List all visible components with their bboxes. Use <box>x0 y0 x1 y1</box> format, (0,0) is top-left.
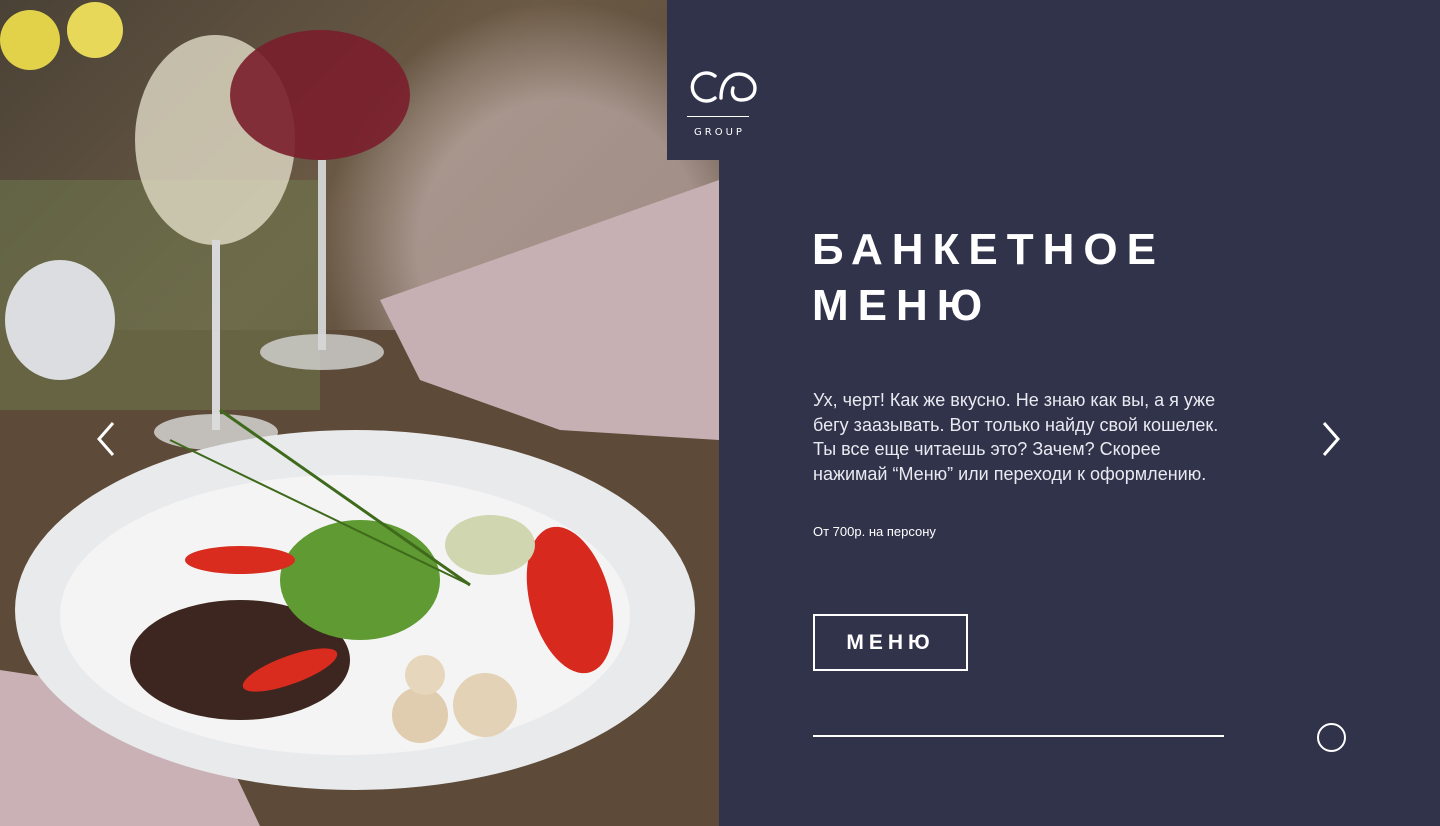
chevron-right-icon[interactable] <box>1316 419 1346 459</box>
circle-icon[interactable] <box>1317 723 1346 752</box>
page-title: БАНКЕТНОЕ МЕНЮ <box>812 225 1165 330</box>
price-text: От 700р. на персону <box>813 524 936 539</box>
cg-logo-icon <box>690 71 757 103</box>
logo[interactable]: GROUP <box>667 0 772 160</box>
chevron-left-icon[interactable] <box>91 419 121 459</box>
menu-button[interactable]: МЕНЮ <box>813 614 968 671</box>
logo-text: GROUP <box>694 127 745 138</box>
hero-photo <box>0 0 719 826</box>
hero-description: Ух, черт! Как же вкусно. Не знаю как вы,… <box>813 390 1219 484</box>
logo-divider <box>687 116 749 117</box>
dish-illustration <box>0 2 719 826</box>
slide-progress-line <box>813 735 1224 737</box>
